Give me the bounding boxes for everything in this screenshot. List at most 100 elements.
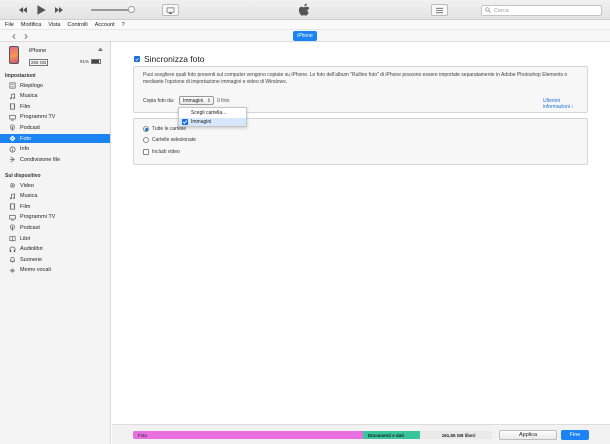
sidebar-item-label: Musica	[20, 93, 38, 100]
podcast-icon	[8, 224, 16, 232]
nav-bar: iPhone	[0, 29, 610, 42]
menu-help[interactable]: ?	[122, 22, 125, 28]
device-capacity: 256 GB	[29, 59, 49, 66]
chevron-right-icon: ›	[571, 104, 574, 110]
device-item-programmi-tv[interactable]: Programmi TV	[0, 213, 110, 222]
device-item-libri[interactable]: Libri	[0, 234, 110, 243]
book-icon	[8, 235, 16, 243]
sidebar: iPhone ⏏ 256 GB 91% Impostazioni Riepilo…	[0, 42, 111, 444]
rewind-icon[interactable]	[18, 5, 28, 15]
sync-photos-checkbox[interactable]	[134, 56, 140, 62]
back-arrow-icon[interactable]	[9, 32, 18, 40]
all-folders-radio[interactable]	[143, 126, 149, 132]
iphone-device-icon	[9, 46, 19, 64]
sidebar-item-riepilogo[interactable]: Riepilogo	[0, 81, 110, 90]
eject-icon[interactable]: ⏏	[98, 47, 103, 53]
fast-forward-icon[interactable]	[54, 5, 64, 15]
search-box[interactable]	[481, 5, 602, 16]
sidebar-item-label: Memo vocali	[20, 267, 51, 274]
device-item-podcast[interactable]: Podcast	[0, 223, 110, 232]
menu-vista[interactable]: Vista	[48, 22, 60, 28]
device-item-audiolibri[interactable]: Audiolibri	[0, 245, 110, 254]
photo-icon	[8, 135, 16, 143]
volume-knob[interactable]	[128, 6, 135, 13]
storage-segment-documents: Documenti e dati	[362, 431, 421, 439]
music-note-icon	[8, 192, 16, 200]
done-button[interactable]: Fine	[561, 430, 589, 440]
dropdown-item-label: Immagini	[191, 119, 212, 125]
menu-modifica[interactable]: Modifica	[21, 22, 41, 28]
search-icon	[485, 6, 491, 15]
menu-account[interactable]: Account	[95, 22, 115, 28]
sidebar-item-label: Programmi TV	[20, 214, 56, 221]
podcast-icon	[8, 124, 16, 132]
dropdown-item-images[interactable]: Immagini	[179, 118, 246, 126]
device-battery: 91%	[80, 59, 102, 64]
menu-file[interactable]: File	[5, 22, 14, 28]
tv-icon	[8, 113, 16, 121]
device-name: iPhone	[29, 48, 47, 54]
sidebar-item-condivisione-file[interactable]: Condivisione file	[0, 155, 110, 164]
sync-description: Puoi scegliere quali foto presenti sul c…	[143, 72, 568, 85]
airplay-icon[interactable]	[162, 4, 179, 16]
sidebar-item-label: Foto	[20, 135, 32, 142]
settings-section-title: Impostazioni	[5, 73, 36, 79]
gear-icon	[8, 182, 16, 190]
device-section-title: Sul dispositivo	[5, 173, 41, 179]
sidebar-item-label: Info	[20, 146, 30, 153]
film-icon	[8, 103, 16, 111]
device-item-musica[interactable]: Musica	[0, 192, 110, 201]
sidebar-item-film[interactable]: Film	[0, 102, 110, 111]
forward-arrow-icon[interactable]	[21, 32, 30, 40]
selected-folders-label: Cartelle selezionate	[152, 137, 196, 143]
sidebar-item-programmi-tv[interactable]: Programmi TV	[0, 113, 110, 122]
film-icon	[8, 203, 16, 211]
search-input[interactable]	[494, 7, 594, 14]
sidebar-item-label: Film	[20, 103, 31, 110]
volume-slider[interactable]	[91, 9, 133, 11]
apple-logo-icon	[298, 3, 312, 18]
sidebar-item-podcast[interactable]: Podcast	[0, 123, 110, 132]
sidebar-item-label: Riepilogo	[20, 82, 43, 89]
device-item-memo-vocali[interactable]: Memo vocali	[0, 266, 110, 275]
copy-from-select[interactable]: Immagini ⇕	[179, 96, 214, 105]
device-tab-iphone[interactable]: iPhone	[293, 31, 317, 41]
selected-folders-radio[interactable]	[143, 137, 149, 143]
include-videos-checkbox[interactable]	[143, 149, 149, 155]
source-panel: Puoi scegliere quali foto presenti sul c…	[133, 66, 588, 113]
sidebar-item-label: Musica	[20, 193, 38, 200]
device-item-suonerie[interactable]: Suonerie	[0, 255, 110, 264]
sidebar-item-label: Podcast	[20, 124, 40, 131]
more-info-label: Ulteriori informazioni	[543, 98, 570, 110]
device-item-film[interactable]: Film	[0, 202, 110, 211]
storage-segment-photos: Foto	[133, 431, 363, 439]
battery-fill	[92, 60, 100, 63]
copy-from-dropdown: Scegli cartella... Immagini	[178, 107, 247, 127]
list-view-icon[interactable]	[431, 4, 448, 16]
option-selected-folders[interactable]: Cartelle selezionate	[143, 137, 196, 143]
sidebar-item-label: Film	[20, 203, 31, 210]
option-include-videos[interactable]: Includi video	[143, 149, 180, 155]
menu-controlli[interactable]: Controlli	[68, 22, 88, 28]
sidebar-item-label: Suonerie	[20, 256, 43, 263]
more-info-link[interactable]: Ulteriori informazioni ›	[543, 98, 587, 110]
menu-bar: File Modifica Vista Controlli Account ?	[0, 20, 610, 29]
chevron-updown-icon: ⇕	[206, 98, 211, 104]
bottom-bar: Foto Documenti e dati 161,55 GB liberi App…	[112, 424, 610, 444]
include-videos-label: Includi video	[152, 149, 180, 155]
tv-icon	[8, 213, 16, 221]
play-icon[interactable]	[35, 4, 47, 16]
main-panel: Sincronizza foto Puoi scegliere quali fo…	[112, 42, 610, 444]
audiobook-icon	[8, 245, 16, 253]
photo-count: 0 foto	[217, 98, 230, 104]
sidebar-item-info[interactable]: Info	[0, 145, 110, 154]
apply-button[interactable]: Applica	[499, 430, 557, 440]
device-item-video[interactable]: Video	[0, 181, 110, 190]
dropdown-item-choose-folder[interactable]: Scegli cartella...	[179, 109, 246, 117]
info-icon	[8, 145, 16, 153]
storage-bar: Foto Documenti e dati 161,55 GB liberi	[133, 431, 492, 439]
dropdown-item-label: Scegli cartella...	[191, 110, 227, 116]
sidebar-item-foto[interactable]: Foto	[0, 134, 110, 143]
sidebar-item-label: Podcast	[20, 224, 40, 231]
sidebar-item-musica[interactable]: Musica	[0, 92, 110, 101]
